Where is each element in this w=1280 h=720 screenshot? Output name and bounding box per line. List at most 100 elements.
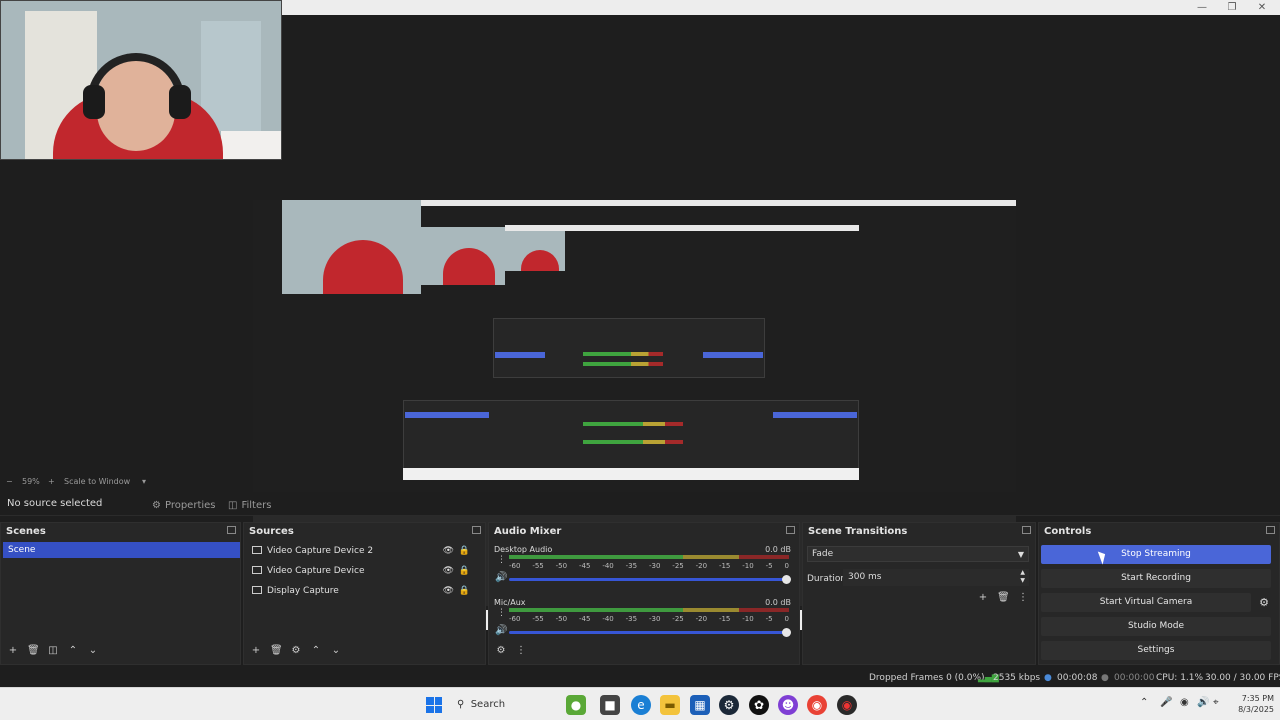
add-icon[interactable]: + bbox=[7, 645, 19, 657]
clock[interactable]: 7:35 PM 8/3/2025 bbox=[1230, 693, 1274, 715]
stop-streaming-button[interactable]: Stop Streaming bbox=[1041, 545, 1271, 564]
undock-icon[interactable] bbox=[1022, 526, 1031, 534]
bitrate: 2535 kbps bbox=[993, 673, 1041, 683]
undock-icon[interactable] bbox=[227, 526, 236, 534]
source-label: Video Capture Device 2 bbox=[267, 546, 374, 556]
zoom-out-icon[interactable]: − bbox=[6, 477, 13, 486]
more-icon[interactable]: ⋮ bbox=[515, 645, 527, 657]
mixer-channel-desktop: Desktop Audio 0.0 dB ⋮ -60 -55 -50 -45 -40 -3… bbox=[491, 545, 797, 595]
windows-start-icon[interactable] bbox=[426, 697, 442, 713]
scenes-title: Scenes bbox=[6, 526, 46, 537]
source-toolbar: No source selected ⚙ Properties ◫ Filters bbox=[0, 492, 1280, 516]
filters-button[interactable]: ◫ Filters bbox=[221, 496, 278, 513]
gear-icon: ⚙ bbox=[152, 500, 161, 511]
record-icon: ● bbox=[1101, 673, 1109, 683]
steam-icon[interactable]: ⚙ bbox=[719, 695, 739, 715]
move-down-icon[interactable]: ⌄ bbox=[330, 645, 342, 657]
maximize-icon[interactable]: ❐ bbox=[1218, 1, 1246, 14]
source-label: Video Capture Device bbox=[267, 566, 365, 576]
eye-icon[interactable]: 👁 bbox=[443, 583, 454, 599]
undock-icon[interactable] bbox=[472, 526, 481, 534]
filters-label: Filters bbox=[241, 500, 272, 511]
microphone-icon[interactable]: 🎤 bbox=[1160, 697, 1172, 708]
add-icon[interactable]: + bbox=[977, 592, 989, 604]
task-view-icon[interactable]: ■ bbox=[600, 695, 620, 715]
virtual-camera-settings-icon[interactable]: ⚙ bbox=[1255, 593, 1273, 612]
store-icon[interactable]: ▦ bbox=[690, 695, 710, 715]
more-icon[interactable]: ⋮ bbox=[497, 608, 506, 618]
trash-icon[interactable]: 🗑 bbox=[997, 592, 1010, 604]
lock-icon[interactable]: 🔒 bbox=[459, 563, 470, 579]
audio-mixer-dock: Audio Mixer Desktop Audio 0.0 dB ⋮ -60 -5… bbox=[488, 522, 800, 665]
scale-mode-select[interactable]: Scale to Window bbox=[64, 477, 130, 486]
duration-input[interactable]: 300 ms ▲ ▼ bbox=[843, 569, 1029, 586]
status-bar: Dropped Frames 0 (0.0%) ▂▄▆ 2535 kbps ● … bbox=[0, 669, 1280, 687]
move-down-icon[interactable]: ⌄ bbox=[87, 645, 99, 657]
move-up-icon[interactable]: ⌃ bbox=[310, 645, 322, 657]
scene-transitions-dock: Scene Transitions Fade ▼ Duration 300 ms… bbox=[802, 522, 1036, 665]
source-item[interactable]: Display Capture 👁 🔒 bbox=[252, 583, 478, 599]
start-virtual-camera-button[interactable]: Start Virtual Camera bbox=[1041, 593, 1251, 612]
more-icon[interactable]: ⋮ bbox=[497, 555, 506, 565]
chevron-up-icon[interactable]: ⌃ bbox=[1140, 697, 1148, 708]
properties-label: Properties bbox=[164, 500, 216, 511]
volume-slider[interactable] bbox=[509, 575, 791, 584]
speaker-icon[interactable]: 🔊 bbox=[495, 572, 507, 583]
eye-icon[interactable]: 👁 bbox=[443, 563, 454, 579]
chatgpt-icon[interactable]: ✿ bbox=[749, 695, 769, 715]
zoom-in-icon[interactable]: + bbox=[48, 477, 55, 486]
network-icon[interactable]: ⌖ bbox=[1213, 697, 1219, 708]
search-icon: ⚲ bbox=[457, 699, 465, 710]
more-icon[interactable]: ⋮ bbox=[1017, 592, 1029, 604]
trash-icon[interactable]: 🗑 bbox=[27, 645, 40, 657]
settings-button[interactable]: Settings bbox=[1041, 641, 1271, 660]
chrome-icon[interactable]: ◉ bbox=[807, 695, 827, 715]
file-explorer-icon[interactable]: ▬ bbox=[660, 695, 680, 715]
camera-tray-icon[interactable]: ◉ bbox=[1180, 697, 1189, 708]
mixer-channel-mic: Mic/Aux 0.0 dB ⋮ -60 -55 -50 -45 -40 -35 -30 -2… bbox=[491, 598, 797, 648]
undock-icon[interactable] bbox=[786, 526, 795, 534]
add-icon[interactable]: + bbox=[250, 645, 262, 657]
camera-icon bbox=[252, 566, 262, 574]
studio-mode-button[interactable]: Studio Mode bbox=[1041, 617, 1271, 636]
volume-slider[interactable] bbox=[509, 628, 791, 637]
move-up-icon[interactable]: ⌃ bbox=[67, 645, 79, 657]
gear-icon[interactable]: ⚙ bbox=[290, 645, 302, 657]
close-icon[interactable]: ✕ bbox=[1248, 1, 1276, 14]
scene-item[interactable]: Scene bbox=[3, 542, 240, 558]
transition-value: Fade bbox=[812, 549, 834, 559]
preview-zoom-bar: − 59% + Scale to Window ▾ bbox=[0, 475, 1280, 489]
eye-icon[interactable]: 👁 bbox=[443, 543, 454, 559]
minimize-icon[interactable]: — bbox=[1188, 1, 1216, 14]
properties-button[interactable]: ⚙ Properties bbox=[145, 496, 223, 513]
spinner-icon[interactable]: ▲ ▼ bbox=[1020, 569, 1025, 585]
record-time: 00:00:00 bbox=[1114, 673, 1155, 683]
controls-dock: Controls Stop Streaming Start Recording … bbox=[1038, 522, 1280, 665]
taskbar-search[interactable]: ⚲ Search bbox=[451, 694, 553, 715]
gear-icon[interactable]: ⚙ bbox=[495, 645, 507, 657]
duration-label: Duration bbox=[807, 574, 847, 584]
source-item[interactable]: Video Capture Device 2 👁 🔒 bbox=[252, 543, 478, 559]
filter-icon: ◫ bbox=[228, 500, 238, 511]
widgets-icon[interactable]: ● bbox=[566, 695, 586, 715]
trash-icon[interactable]: 🗑 bbox=[270, 645, 283, 657]
transition-select[interactable]: Fade ▼ bbox=[807, 546, 1029, 562]
obs-icon[interactable]: ◉ bbox=[837, 695, 857, 715]
volume-meter bbox=[509, 555, 789, 559]
volume-icon[interactable]: 🔊 bbox=[1197, 697, 1209, 708]
clock-date: 8/3/2025 bbox=[1238, 705, 1274, 714]
lock-icon[interactable]: 🔒 bbox=[459, 543, 470, 559]
undock-icon[interactable] bbox=[1266, 526, 1275, 534]
meter-ticks: -60 -55 -50 -45 -40 -35 -30 -25 -20 -15 -10 -5 0 bbox=[509, 615, 789, 623]
sources-title: Sources bbox=[249, 526, 294, 537]
discord-icon[interactable]: ☻ bbox=[778, 695, 798, 715]
preview-area[interactable] bbox=[0, 160, 1280, 630]
lock-icon[interactable]: 🔒 bbox=[459, 583, 470, 599]
chevron-down-icon[interactable]: ▾ bbox=[142, 477, 146, 486]
source-item[interactable]: Video Capture Device 👁 🔒 bbox=[252, 563, 478, 579]
start-recording-button[interactable]: Start Recording bbox=[1041, 569, 1271, 588]
speaker-icon[interactable]: 🔊 bbox=[495, 625, 507, 636]
channel-db: 0.0 dB bbox=[765, 598, 791, 607]
filter-icon[interactable]: ◫ bbox=[47, 645, 59, 657]
edge-icon[interactable]: e bbox=[631, 695, 651, 715]
